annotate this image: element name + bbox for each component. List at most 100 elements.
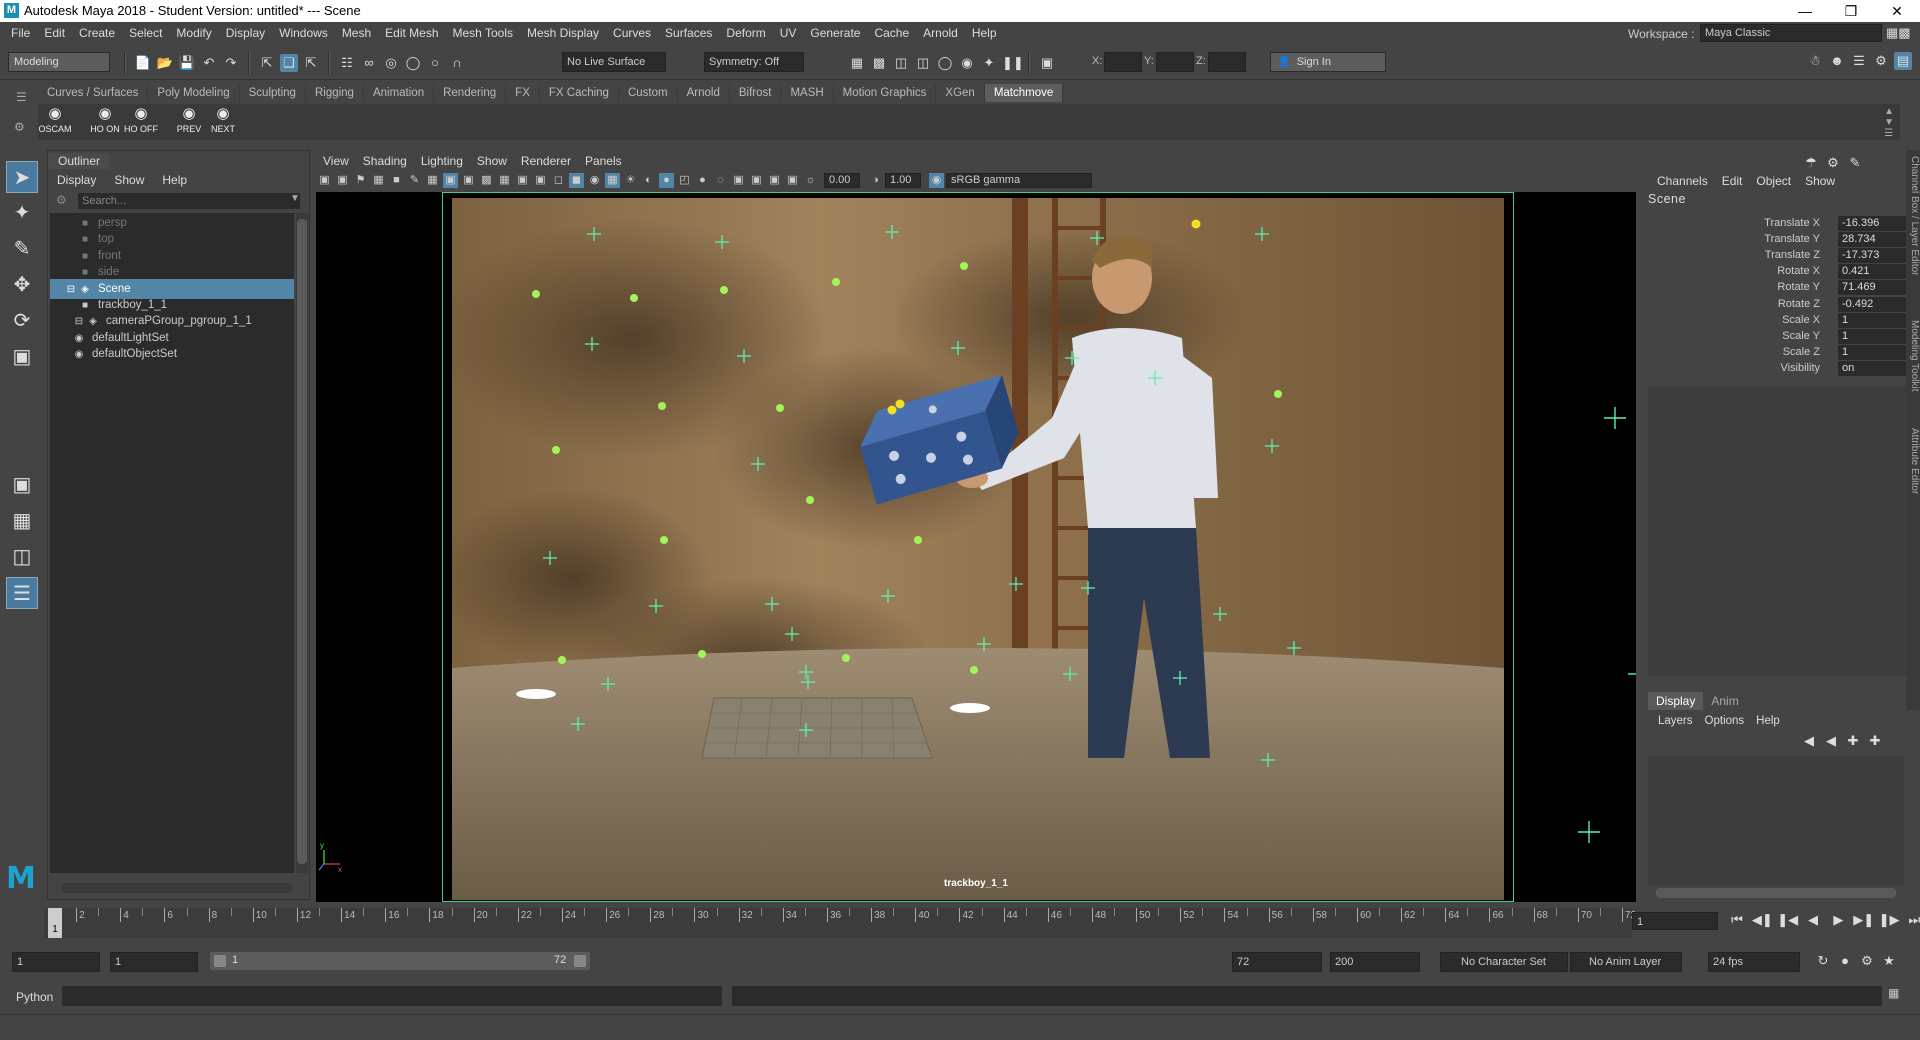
tab-display-layers[interactable]: Display [1648,692,1704,710]
select-hierarchy-icon[interactable]: ⇱ [258,54,276,72]
menu-arnold[interactable]: Arnold [916,22,965,44]
rotate-tool-icon[interactable]: ⟳ [6,305,38,337]
render-sequence-icon[interactable]: ◉ [958,54,976,72]
channel-value[interactable]: -16.396 [1838,216,1914,231]
channel-rotate-z[interactable]: Rotate Z -0.492 [1648,296,1914,313]
camera-attr-icon[interactable]: ▣ [335,173,350,188]
snap-view-icon[interactable]: ◯ [404,54,422,72]
menu-generate[interactable]: Generate [803,22,867,44]
menu-mesh[interactable]: Mesh [335,22,378,44]
outliner-horizontal-scrollbar[interactable] [62,883,292,893]
channel-value[interactable]: on [1838,360,1914,376]
shelf-tab-xgen[interactable]: XGen [936,84,985,102]
snap-surface-icon[interactable]: ○ [426,54,444,72]
outliner-search-input[interactable]: Search... [78,193,300,209]
snap-magnet-icon[interactable]: ∩ [448,54,466,72]
step-back-key-icon[interactable]: ❚◀ [1777,912,1799,928]
channel-menu-channels[interactable]: Channels [1650,172,1715,190]
render-view-icon[interactable]: ▩ [870,54,888,72]
shelf-settings-icon[interactable]: ⚙ [14,120,25,134]
exposure-icon[interactable]: ☼ [803,173,818,188]
menuset-dropdown[interactable]: Modeling [8,52,110,72]
new-layer-icon[interactable]: ✚ [1844,732,1862,750]
ambient-occlusion-icon[interactable]: ● [659,173,674,188]
step-back-icon[interactable]: ◀❚ [1751,912,1773,928]
animation-prefs-icon[interactable]: ⚙ [1858,952,1876,970]
lasso-tool-icon[interactable]: ✦ [6,197,38,229]
restore-icon[interactable]: ❐ [1828,0,1874,22]
field-chart-icon[interactable]: ▦ [497,173,512,188]
viewport-menu-lighting[interactable]: Lighting [414,152,470,170]
character-set-dropdown[interactable]: No Character Set [1440,952,1568,972]
shelf-tab-rendering[interactable]: Rendering [434,84,507,102]
outliner-menu-show[interactable]: Show [105,171,153,189]
menu-curves[interactable]: Curves [606,22,658,44]
x-field[interactable] [1104,52,1142,72]
viewport-menu-view[interactable]: View [316,152,356,170]
tab-attribute-editor[interactable]: Attribute Editor [1906,428,1920,494]
exposure-field[interactable]: 0.00 [824,173,860,188]
menu-deform[interactable]: Deform [719,22,772,44]
viewport-menu-show[interactable]: Show [470,152,514,170]
tab-modeling-toolkit[interactable]: Modeling Toolkit [1906,320,1920,392]
current-time-marker[interactable]: 1 [48,908,62,938]
gate-mask-icon[interactable]: ▩ [479,173,494,188]
resolution-gate-icon[interactable]: ▣ [461,173,476,188]
isolate-select-icon[interactable]: ▣ [731,173,746,188]
shelf-tab-bifrost[interactable]: Bifrost [730,84,782,102]
anim-layer-dropdown[interactable]: No Anim Layer [1570,952,1682,972]
layer-menu-layers[interactable]: Layers [1652,712,1699,730]
select-component-icon[interactable]: ⇱ [302,54,320,72]
oscam-button[interactable]: ◉ OSCAM [38,104,72,140]
channel-rotate-x[interactable]: Rotate X 0.421 [1648,264,1914,280]
color-management-icon[interactable]: ◉ [929,173,944,188]
tool-settings-icon[interactable]: ⚙ [1872,52,1890,70]
new-layer-selected-icon[interactable]: ✚ [1866,732,1884,750]
outliner-item-defaultobjectset[interactable]: ◉ defaultObjectSet [50,344,294,364]
modeling-toolkit-icon[interactable]: ☃ [1806,52,1824,70]
loop-icon[interactable]: ↻ [1814,952,1832,970]
channel-menu-show[interactable]: Show [1798,172,1842,190]
workspace-icons[interactable]: ▦▩ [1886,25,1916,41]
channel-value[interactable]: -17.373 [1838,248,1914,264]
menu-display[interactable]: Display [219,22,272,44]
viewport-menu-panels[interactable]: Panels [578,152,629,170]
snap-point-icon[interactable]: ◎ [382,54,400,72]
step-forward-icon[interactable]: ❚▶ [1878,912,1900,928]
render-current-icon[interactable]: ◫ [892,54,910,72]
four-pane-layout-icon[interactable]: ▦ [6,505,38,537]
shelf-tab-animation[interactable]: Animation [364,84,435,102]
channel-value[interactable]: 0.421 [1838,264,1914,280]
channel-translate-x[interactable]: Translate X -16.396 [1648,216,1914,232]
menu-mesh-tools[interactable]: Mesh Tools [446,22,520,44]
shelf-tab-curves-surfaces[interactable]: Curves / Surfaces [38,84,149,102]
prev-button[interactable]: ◉ PREV [172,104,206,140]
move-tool-icon[interactable]: ✥ [6,269,38,301]
range-end-handle[interactable] [574,955,586,967]
move-layer-down-icon[interactable]: ◀ [1822,732,1840,750]
menu-create[interactable]: Create [72,22,122,44]
time-ruler[interactable]: 2 4 6 8 10 12 14 16 18 20 22 24 26 28 30 32 34 36 38 40 42 44… [44,908,1636,938]
viewport[interactable]: y x trackboy_1_1 [316,192,1636,902]
grid-icon[interactable]: ▦ [425,173,440,188]
channel-value[interactable]: 71.469 [1838,280,1914,296]
safe-title-icon[interactable]: ▣ [533,173,548,188]
menu-mesh-display[interactable]: Mesh Display [520,22,606,44]
grease-pencil-icon[interactable]: ✎ [407,173,422,188]
xray-icon[interactable]: ▣ [749,173,764,188]
playback-end-field[interactable]: 72 [1232,952,1322,972]
2d-pan-icon[interactable]: ■ [389,173,404,188]
fps-dropdown[interactable]: 24 fps [1708,952,1800,972]
color-space-dropdown[interactable]: sRGB gamma [946,173,1092,188]
next-button[interactable]: ◉ NEXT [206,104,240,140]
script-language-label[interactable]: Python [16,990,53,1004]
open-scene-icon[interactable]: 📂 [156,54,174,72]
layer-menu-help[interactable]: Help [1750,712,1786,730]
channel-scale-z[interactable]: Scale Z 1 [1648,344,1914,361]
render-settings-icon[interactable]: ▦ [848,54,866,72]
arnold-render-icon[interactable]: ✦ [980,54,998,72]
scale-tool-icon[interactable]: ▣ [6,341,38,373]
minimize-icon[interactable]: — [1782,0,1828,22]
safe-action-icon[interactable]: ▣ [515,173,530,188]
edit-channel-icon[interactable]: ✎ [1846,154,1864,172]
